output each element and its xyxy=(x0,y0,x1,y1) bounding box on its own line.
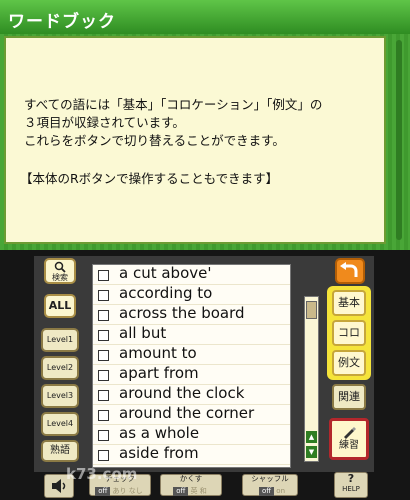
level3-button[interactable]: Level3 xyxy=(41,384,79,408)
back-button[interactable] xyxy=(335,258,365,284)
list-scrollbar[interactable]: ▲ ▼ xyxy=(304,296,319,462)
checkbox[interactable] xyxy=(98,390,109,401)
checkbox[interactable] xyxy=(98,350,109,361)
list-item[interactable]: aside from xyxy=(93,444,290,465)
message-line-4: 【本体のRボタンで操作することもできます】 xyxy=(20,171,279,186)
word-text: a cut above' xyxy=(119,264,212,282)
word-text: across the board xyxy=(119,304,245,322)
checkbox[interactable] xyxy=(98,410,109,421)
word-text: as a whole xyxy=(119,424,200,442)
top-scroll-rail xyxy=(396,40,402,240)
shuffle-on[interactable]: on xyxy=(276,487,285,496)
word-text: all but xyxy=(119,324,167,342)
message-line-1: すべての語には「基本」「コロケーション」「例文」の xyxy=(24,97,323,112)
word-text: around the clock xyxy=(119,384,245,402)
checkbox[interactable] xyxy=(98,310,109,321)
list-item[interactable]: amount to xyxy=(93,344,290,365)
back-arrow-icon xyxy=(340,262,358,277)
list-item[interactable]: around the corner xyxy=(93,404,290,425)
checkbox[interactable] xyxy=(98,450,109,461)
word-text: amount to xyxy=(119,344,197,362)
idiom-button[interactable]: 熟語 xyxy=(41,440,79,462)
search-label: 検索 xyxy=(52,273,68,282)
checkbox[interactable] xyxy=(98,330,109,341)
title-bar: ワードブック xyxy=(0,0,410,34)
checkbox[interactable] xyxy=(98,430,109,441)
hide-japanese[interactable]: 和 xyxy=(200,487,207,496)
search-button[interactable]: 検索 xyxy=(44,258,76,284)
view-tab-group: 基本 コロ 例文 xyxy=(327,286,371,380)
all-button[interactable]: ALL xyxy=(44,294,76,318)
question-icon: ? xyxy=(347,472,355,485)
list-item[interactable]: apart from xyxy=(93,364,290,385)
tab-basic[interactable]: 基本 xyxy=(332,290,366,316)
list-item[interactable]: around the clock xyxy=(93,384,290,405)
checkbox[interactable] xyxy=(98,290,109,301)
word-text: around the corner xyxy=(119,404,255,422)
scroll-thumb[interactable] xyxy=(306,301,317,319)
word-text: aside from xyxy=(119,444,199,462)
hide-off[interactable]: off xyxy=(173,487,189,496)
word-text: apart from xyxy=(119,364,199,382)
practice-button[interactable]: 練習 xyxy=(329,418,369,460)
list-item[interactable]: a cut above' xyxy=(93,264,290,285)
top-screen: ワードブック すべての語には「基本」「コロケーション」「例文」の ３項目が収録さ… xyxy=(0,0,410,250)
shuffle-toggle[interactable]: シャッフル off on xyxy=(242,474,298,496)
check-off[interactable]: off xyxy=(95,487,111,496)
scroll-up-icon[interactable]: ▲ xyxy=(306,431,317,443)
hide-label: かくす xyxy=(179,474,203,483)
watermark: k73.com xyxy=(66,465,138,483)
search-icon xyxy=(54,261,66,273)
checkbox[interactable] xyxy=(98,370,109,381)
level1-button[interactable]: Level1 xyxy=(41,328,79,352)
level4-button[interactable]: Level4 xyxy=(41,412,79,436)
shuffle-label: シャッフル xyxy=(251,474,289,483)
pencil-icon xyxy=(344,427,356,439)
hide-english[interactable]: 英 xyxy=(191,487,198,496)
checkbox[interactable] xyxy=(98,270,109,281)
level2-button[interactable]: Level2 xyxy=(41,356,79,380)
help-label: HELP xyxy=(342,485,360,493)
related-button[interactable]: 関連 xyxy=(332,384,366,410)
list-item[interactable]: across the board xyxy=(93,304,290,325)
message-line-2: ３項目が収録されています。 xyxy=(24,115,185,130)
practice-label: 練習 xyxy=(339,440,359,451)
list-item[interactable]: all but xyxy=(93,324,290,345)
list-item[interactable]: as a whole xyxy=(93,424,290,445)
page-title: ワードブック xyxy=(8,12,116,32)
tab-example[interactable]: 例文 xyxy=(332,350,366,376)
hide-toggle[interactable]: かくす off 英 和 xyxy=(160,474,222,496)
word-text: according to xyxy=(119,284,213,302)
scroll-down-icon[interactable]: ▼ xyxy=(306,446,317,458)
list-item[interactable]: according to xyxy=(93,284,290,305)
help-button[interactable]: ? HELP xyxy=(334,472,368,498)
check-on[interactable]: あり xyxy=(113,487,127,496)
check-none[interactable]: なし xyxy=(129,487,143,496)
tab-collocation[interactable]: コロ xyxy=(332,320,366,346)
message-line-3: これらをボタンで切り替えることができます。 xyxy=(24,133,285,148)
shuffle-off[interactable]: off xyxy=(258,487,275,496)
message-panel: すべての語には「基本」「コロケーション」「例文」の ３項目が収録されています。 … xyxy=(4,36,386,244)
word-list: a cut above' according to across the boa… xyxy=(92,264,291,468)
